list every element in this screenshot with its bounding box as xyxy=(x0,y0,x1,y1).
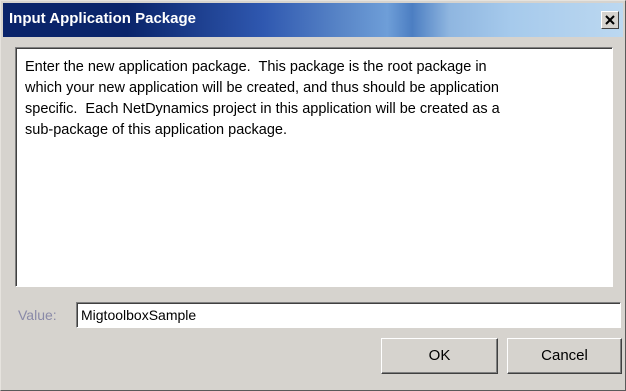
message-panel: Enter the new application package. This … xyxy=(15,47,613,287)
close-button[interactable] xyxy=(601,11,619,29)
message-text: Enter the new application package. This … xyxy=(25,59,500,138)
value-label: Value: xyxy=(18,307,57,323)
cancel-button[interactable]: Cancel xyxy=(507,338,622,374)
title-bar[interactable]: Input Application Package xyxy=(3,3,623,37)
value-input[interactable] xyxy=(76,302,621,328)
input-application-package-dialog: Input Application Package Enter the new … xyxy=(0,0,626,391)
close-icon xyxy=(605,15,615,25)
dialog-title: Input Application Package xyxy=(9,10,196,27)
ok-button[interactable]: OK xyxy=(381,338,498,374)
